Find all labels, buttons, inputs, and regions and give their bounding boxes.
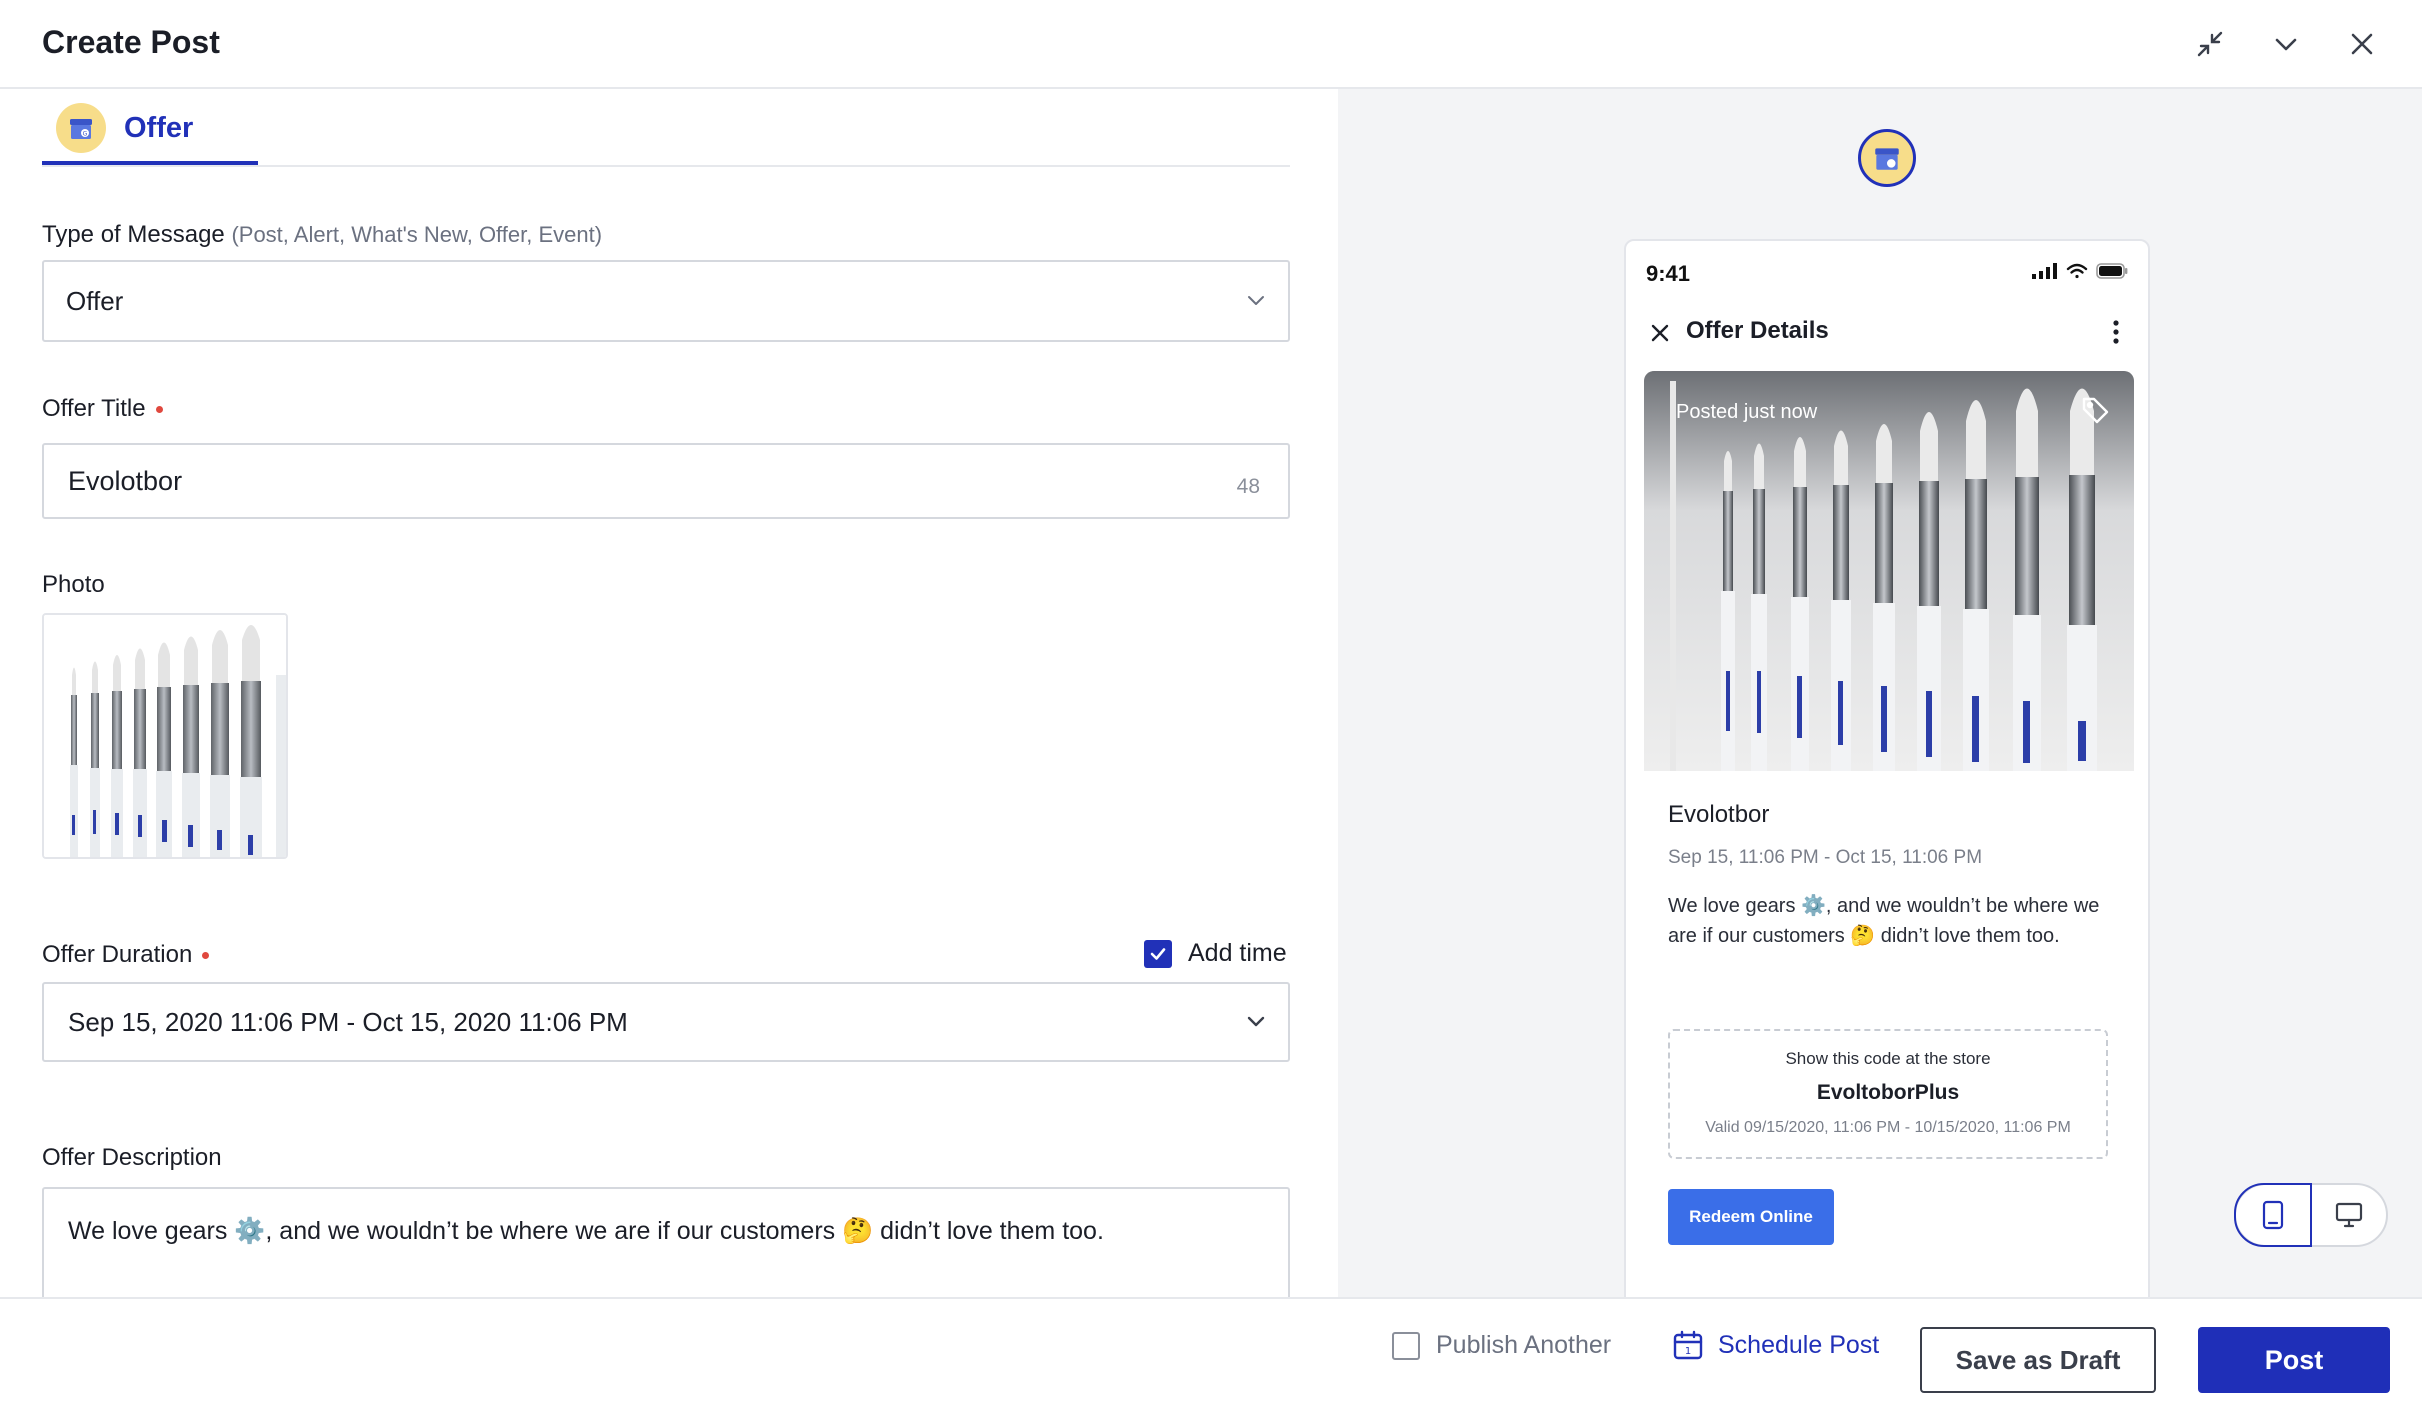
collapse-icon — [2197, 31, 2223, 57]
calendar-icon: 1 — [1673, 1330, 1703, 1360]
required-indicator — [155, 406, 163, 414]
close-icon[interactable] — [1650, 323, 1670, 343]
offer-description-label: Offer Description — [42, 1144, 222, 1171]
post-form: G Offer Type of Message (Post, Alert, Wh… — [0, 89, 1338, 1297]
offer-details-title: Offer Details — [1686, 317, 1829, 344]
wifi-icon — [2066, 263, 2088, 279]
message-type-label-text: Type of Message — [42, 221, 225, 248]
modal-title: Create Post — [42, 24, 220, 60]
offer-description-textarea[interactable]: We love gears ⚙️, and we wouldn’t be whe… — [42, 1187, 1290, 1297]
close-icon — [2351, 33, 2373, 55]
offer-details-header: Offer Details — [1626, 305, 2148, 355]
desktop-view-button[interactable] — [2312, 1185, 2386, 1245]
coupon-code-hint: Show this code at the store — [1785, 1049, 1991, 1068]
preview-offer-description: We love gears ⚙️, and we wouldn’t be whe… — [1668, 895, 2100, 947]
offer-description-value: We love gears ⚙️, and we wouldn’t be whe… — [68, 1217, 1104, 1245]
preview-panel: 9:41 Offer Details Posted just now Evolo… — [1338, 89, 2422, 1297]
offer-title-value: Evolotbor — [68, 465, 183, 496]
paintbrushes-image — [44, 615, 286, 857]
modal-footer: Publish Another 1 Schedule Post Save as … — [0, 1297, 2422, 1412]
tab-offer-label: Offer — [124, 111, 194, 144]
google-my-business-icon: G — [70, 119, 92, 139]
mobile-icon — [2262, 1200, 2284, 1230]
publish-another-label: Publish Another — [1436, 1331, 1612, 1359]
preview-account-avatar — [1858, 129, 1916, 187]
phone-preview: 9:41 Offer Details Posted just now Evolo… — [1624, 239, 2150, 1297]
chevron-down-icon — [1247, 1016, 1265, 1027]
preview-offer-dates: Sep 15, 11:06 PM - Oct 15, 11:06 PM — [1668, 847, 1983, 868]
svg-text:G: G — [83, 131, 88, 138]
offer-title-label-text: Offer Title — [42, 395, 146, 422]
post-button[interactable]: Post — [2198, 1327, 2390, 1393]
close-button[interactable] — [2338, 20, 2386, 68]
schedule-post-label: Schedule Post — [1718, 1330, 1880, 1359]
modal-header: Create Post — [0, 0, 2422, 89]
publish-another-toggle[interactable]: Publish Another — [1392, 1331, 1611, 1360]
desktop-icon — [2335, 1202, 2363, 1228]
photo-label: Photo — [42, 571, 105, 598]
coupon-code: EvoltoborPlus — [1816, 1081, 1960, 1104]
schedule-post-button[interactable]: 1 Schedule Post — [1672, 1329, 1879, 1361]
offer-duration-select[interactable]: Sep 15, 2020 11:06 PM - Oct 15, 2020 11:… — [42, 982, 1290, 1062]
tab-active-indicator — [42, 161, 258, 165]
gmb-avatar: G — [56, 103, 106, 153]
save-as-draft-button[interactable]: Save as Draft — [1920, 1327, 2156, 1393]
add-time-checkbox-row[interactable]: Add time — [1144, 939, 1287, 968]
more-vertical-icon[interactable] — [2112, 319, 2120, 345]
coupon-validity: Valid 09/15/2020, 11:06 PM - 10/15/2020,… — [1705, 1119, 2071, 1136]
offer-title-char-count: 48 — [1236, 475, 1260, 498]
preview-offer-title: Evolotbor — [1668, 801, 1770, 828]
offer-duration-value: Sep 15, 2020 11:06 PM - Oct 15, 2020 11:… — [68, 1006, 628, 1037]
mobile-view-button[interactable] — [2234, 1183, 2312, 1247]
battery-icon — [2096, 263, 2128, 279]
tag-icon — [2082, 397, 2109, 424]
preview-device-toggle — [2234, 1183, 2388, 1247]
message-type-select[interactable]: Offer — [42, 260, 1290, 342]
tab-offer[interactable]: G Offer — [42, 89, 193, 167]
svg-text:1: 1 — [1685, 1346, 1691, 1357]
publish-another-checkbox[interactable] — [1392, 1331, 1420, 1360]
message-type-label: Type of Message (Post, Alert, What's New… — [42, 221, 602, 249]
offer-title-label: Offer Title — [42, 395, 163, 423]
paintbrushes-image — [1644, 371, 2134, 771]
posted-time: Posted just now — [1676, 401, 1818, 423]
add-time-label: Add time — [1188, 939, 1287, 967]
photo-thumbnail[interactable] — [42, 613, 288, 859]
chevron-down-icon — [2275, 38, 2297, 51]
message-type-value: Offer — [66, 285, 124, 316]
channel-tabs: G Offer — [42, 89, 1290, 167]
offer-title-input[interactable]: Evolotbor 48 — [42, 443, 1290, 519]
offer-image-card: Posted just now — [1644, 371, 2134, 771]
signal-icon — [2032, 263, 2057, 279]
google-my-business-icon — [1875, 148, 1899, 170]
collapse-button[interactable] — [2186, 20, 2234, 68]
status-bar-icons — [2032, 263, 2128, 279]
add-time-checkbox[interactable] — [1144, 939, 1172, 968]
coupon-code-box: Show this code at the store EvoltoborPlu… — [1668, 1029, 2108, 1159]
offer-duration-label: Offer Duration — [42, 941, 210, 969]
chevron-down-icon — [1248, 296, 1264, 305]
status-bar-time: 9:41 — [1646, 261, 1691, 286]
required-indicator — [202, 952, 210, 960]
minimize-button[interactable] — [2262, 20, 2310, 68]
checkmark-icon — [1150, 947, 1166, 960]
offer-duration-label-text: Offer Duration — [42, 941, 193, 968]
message-type-hint: (Post, Alert, What's New, Offer, Event) — [231, 222, 603, 247]
redeem-online-button[interactable]: Redeem Online — [1668, 1189, 1834, 1245]
